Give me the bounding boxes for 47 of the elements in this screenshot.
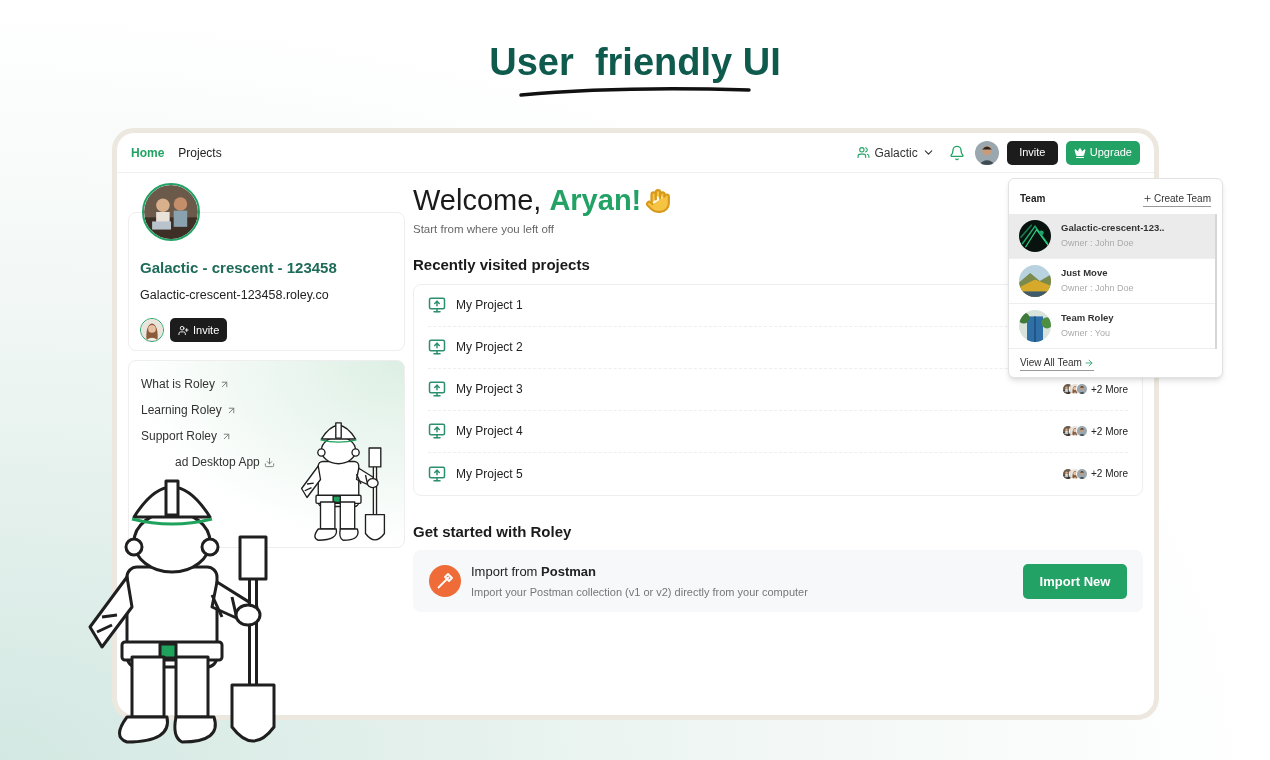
team-item[interactable]: Galactic-crescent-123.. Owner : John Doe [1009,214,1215,259]
welcome-subtitle: Start from where you left off [413,222,555,237]
section-heading: Recently visited projects [413,255,590,276]
team-name: Just Move [1061,266,1109,281]
arrow-right-icon [1083,357,1094,368]
plus-icon [1142,193,1152,203]
resource-link[interactable]: What is Roley [141,371,231,397]
project-row[interactable]: My Project 4 +2 More [428,410,1128,453]
screen-cast-icon [428,464,446,483]
screen-cast-icon [428,338,446,357]
screen-cast-icon [428,380,446,399]
resource-link[interactable]: Learning Roley [141,397,237,423]
bell-icon[interactable] [948,144,965,161]
team-owner: Owner : John Doe [1061,237,1135,251]
screen-cast-icon [428,296,446,315]
more-members: +2 More [1091,382,1128,397]
headline: User friendly UI [489,40,781,85]
create-team-link[interactable]: Create Team [1142,190,1211,207]
team-icon [857,146,871,159]
import-title: Import from Postman [471,562,597,581]
user-name: Aryan! [549,183,642,219]
team-item[interactable]: Just Move Owner : John Doe [1009,259,1215,304]
team-name: Galactic-crescent-123.. [1061,221,1165,236]
screen-cast-icon [428,422,446,441]
crown-icon [1073,146,1086,159]
add-user-icon [178,324,189,336]
more-members: +2 More [1091,467,1128,482]
project-row[interactable]: My Project 5 +2 More [428,452,1128,495]
section-heading: Get started with Roley [413,521,572,542]
more-members: +2 More [1091,424,1128,439]
workspace-switcher[interactable]: Galactic [857,143,935,162]
resource-link[interactable]: Support Roley [141,423,233,449]
dropdown-title: Team [1020,192,1046,206]
welcome-text: Welcome, [413,183,542,219]
resource-link[interactable]: ad Desktop App [175,449,275,475]
download-icon [263,456,275,468]
team-name: Team Roley [1061,311,1114,326]
waving-hand-icon [645,188,672,214]
view-all-link[interactable]: View All Team [1020,355,1094,371]
team-owner: Owner : You [1061,327,1112,341]
invite-button[interactable]: Invite [170,318,228,343]
import-description: Import your Postman collection (v1 or v2) directly from your computer [471,585,809,601]
nav-tab[interactable]: Projects [178,143,222,162]
invite-button[interactable]: Invite [1006,140,1058,165]
workspace-name: Galactic - crescent - 123458 [140,258,338,278]
workspace-url: Galactic-crescent-123458.roley.co [140,286,330,304]
team-item[interactable]: Team Roley Owner : You [1009,304,1215,349]
